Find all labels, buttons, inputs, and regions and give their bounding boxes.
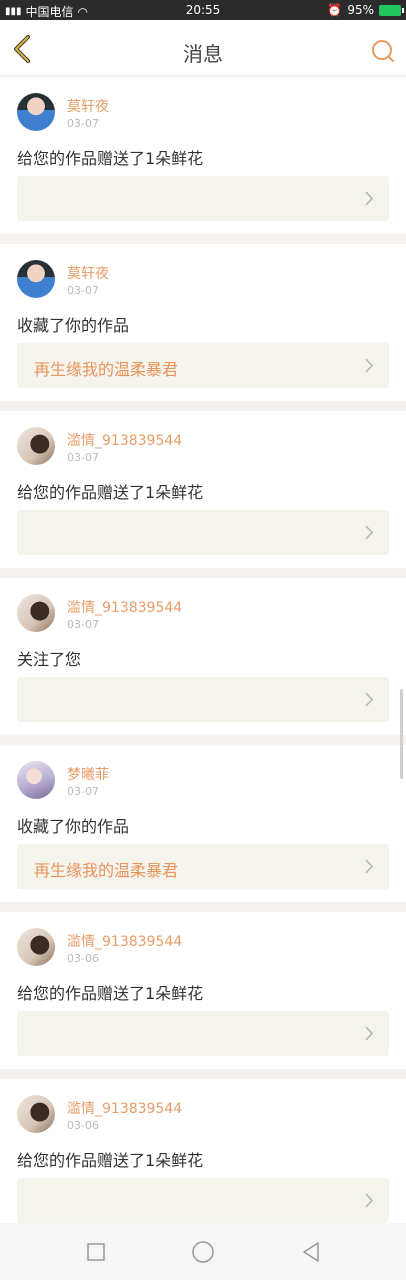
message-text: 收藏了你的作品 [17,817,130,836]
chevron-right-icon [365,191,374,206]
message-card: 滥情_913839544 03-06 给您的作品赠送了1朵鲜花 [0,1079,406,1223]
status-right: ⏰ 95% [327,3,404,17]
avatar[interactable] [17,928,55,966]
work-title: 再生缘我的温柔暴君 [34,861,179,880]
avatar[interactable] [17,260,55,298]
message-date: 03-06 [67,1119,99,1132]
message-date: 03-07 [67,451,99,464]
battery-percent: 95% [347,3,374,17]
chevron-right-icon [365,692,374,707]
username[interactable]: 莫轩夜 [67,263,109,283]
header-bar: 消息 [0,20,406,76]
chevron-right-icon [365,525,374,540]
avatar[interactable] [17,93,55,131]
avatar[interactable] [17,427,55,465]
work-link[interactable] [17,176,389,221]
work-link[interactable] [17,510,389,555]
chevron-right-icon [365,1026,374,1041]
chevron-right-icon [365,358,374,373]
back-icon[interactable] [298,1239,324,1265]
message-date: 03-07 [67,618,99,631]
message-date: 03-07 [67,117,99,130]
alarm-icon: ⏰ [327,3,343,17]
message-card: 滥情_913839544 03-07 给您的作品赠送了1朵鲜花 [0,411,406,568]
message-text: 关注了您 [17,650,82,669]
work-title: 再生缘我的温柔暴君 [34,360,179,379]
avatar[interactable] [17,761,55,799]
message-card: 莫轩夜 03-07 收藏了你的作品 再生缘我的温柔暴君 [0,244,406,401]
search-icon[interactable] [370,38,396,64]
username[interactable]: 梦曦菲 [67,764,109,784]
message-list: 莫轩夜 03-07 给您的作品赠送了1朵鲜花 莫轩夜 03-07 收藏了你的作品… [0,77,406,1223]
scrollbar[interactable] [400,689,403,779]
home-icon[interactable] [190,1239,216,1265]
message-card: 梦曦菲 03-07 收藏了你的作品 再生缘我的温柔暴君 [0,745,406,902]
chevron-right-icon [365,1193,374,1208]
system-navigation-bar [0,1223,406,1280]
message-text: 给您的作品赠送了1朵鲜花 [17,149,204,168]
chevron-right-icon [365,859,374,874]
work-link[interactable]: 再生缘我的温柔暴君 [17,844,389,889]
username[interactable]: 滥情_913839544 [67,1098,182,1118]
username[interactable]: 滥情_913839544 [67,597,182,617]
battery-icon [379,4,404,16]
message-text: 给您的作品赠送了1朵鲜花 [17,984,204,1003]
message-date: 03-07 [67,785,99,798]
message-text: 收藏了你的作品 [17,316,130,335]
username[interactable]: 滥情_913839544 [67,430,182,450]
message-date: 03-06 [67,952,99,965]
message-text: 给您的作品赠送了1朵鲜花 [17,483,204,502]
work-link[interactable] [17,1011,389,1056]
page-title: 消息 [183,42,223,66]
message-date: 03-07 [67,284,99,297]
avatar[interactable] [17,594,55,632]
message-card: 莫轩夜 03-07 给您的作品赠送了1朵鲜花 [0,77,406,234]
recent-apps-icon[interactable] [83,1239,109,1265]
message-text: 给您的作品赠送了1朵鲜花 [17,1151,204,1170]
avatar[interactable] [17,1095,55,1133]
username[interactable]: 滥情_913839544 [67,931,182,951]
message-card: 滥情_913839544 03-06 给您的作品赠送了1朵鲜花 [0,912,406,1069]
work-link[interactable]: 再生缘我的温柔暴君 [17,343,389,388]
work-link[interactable] [17,677,389,722]
message-card: 滥情_913839544 03-07 关注了您 [0,578,406,735]
work-link[interactable] [17,1178,389,1223]
status-bar: ▮▮▮ 中国电信 ◠ 20:55 ⏰ 95% [0,0,406,20]
username[interactable]: 莫轩夜 [67,96,109,116]
